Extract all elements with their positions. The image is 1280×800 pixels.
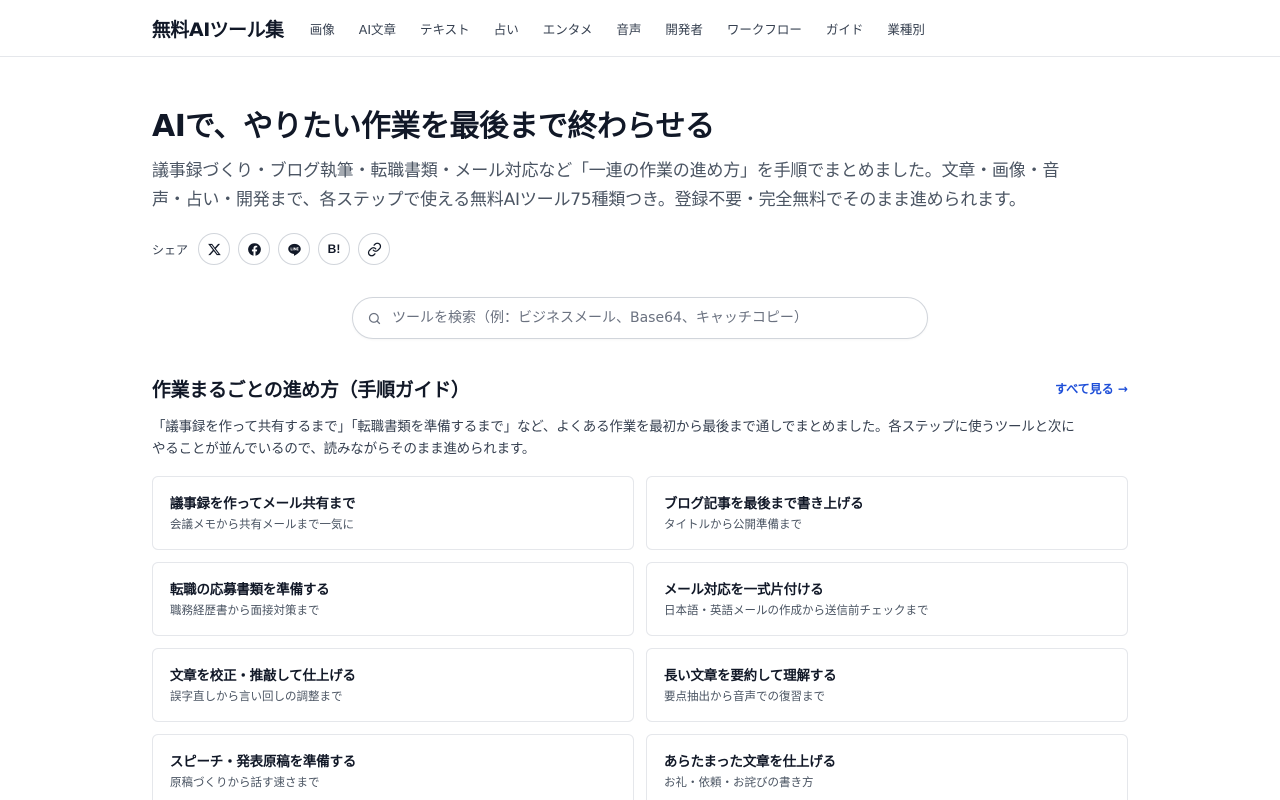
card-title: 長い文章を要約して理解する (664, 668, 837, 684)
nav-item-fortune[interactable]: 占い (494, 19, 519, 38)
section-description: 「議事録を作って共有するまで」「転職書類を準備するまで」など、よくある作業を最初… (152, 416, 1128, 460)
card-subtitle: 原稿づくりから話す速さまで (170, 775, 320, 789)
hero-description: 議事録づくり・ブログ執筆・転職書類・メール対応など「一連の作業の進め方」を手順で… (152, 157, 1128, 215)
workflow-card-blog-article[interactable]: ブログ記事を最後まで書き上げる タイトルから公開準備まで (646, 476, 1128, 550)
share-facebook-button[interactable] (238, 233, 271, 265)
section-title: 作業まるごとの進め方（手順ガイド） (152, 379, 470, 401)
link-icon (367, 242, 381, 256)
card-subtitle: タイトルから公開準備まで (664, 517, 802, 531)
workflow-card-proofreading[interactable]: 文章を校正・推敲して仕上げる 誤字直しから言い回しの調整まで (152, 648, 634, 722)
main-content: AIで、やりたい作業を最後まで終わらせる 議事録づくり・ブログ執筆・転職書類・メ… (152, 109, 1128, 800)
page-title: AIで、やりたい作業を最後まで終わらせる (152, 109, 715, 144)
hero-description-line-2: 声・占い・開発まで、各ステップで使える無料AIツール75種類つき。登録不要・完全… (152, 190, 1026, 210)
card-title: スピーチ・発表原稿を準備する (170, 754, 357, 770)
share-line-button[interactable] (278, 233, 311, 265)
see-all-link[interactable]: すべて見る → (1055, 380, 1128, 397)
nav-item-image[interactable]: 画像 (310, 19, 335, 38)
workflow-card-summarize[interactable]: 長い文章を要約して理解する 要点抽出から音声での復習まで (646, 648, 1128, 722)
share-x-button[interactable] (198, 233, 231, 265)
nav-item-industry[interactable]: 業種別 (887, 19, 925, 38)
card-subtitle: 日本語・英語メールの作成から送信前チェックまで (664, 603, 929, 617)
card-title: 文章を校正・推敲して仕上げる (170, 668, 356, 684)
share-bar: シェア B! (152, 233, 1128, 265)
nav-item-developer[interactable]: 開発者 (665, 19, 703, 38)
workflow-card-email-handling[interactable]: メール対応を一式片付ける 日本語・英語メールの作成から送信前チェックまで (646, 562, 1128, 636)
search-input[interactable] (392, 310, 912, 326)
nav-item-entertainment[interactable]: エンタメ (543, 19, 593, 38)
card-subtitle: 要点抽出から音声での復習まで (664, 689, 825, 703)
facebook-icon (247, 242, 261, 256)
main-nav: 画像 AI文章 テキスト 占い エンタメ 音声 開発者 ワークフロー ガイド 業… (310, 19, 949, 38)
workflow-card-speech[interactable]: スピーチ・発表原稿を準備する 原稿づくりから話す速さまで (152, 734, 634, 800)
copy-link-button[interactable] (358, 233, 391, 265)
workflow-card-formal-writing[interactable]: あらたまった文章を仕上げる お礼・依頼・お詫びの書き方 (646, 734, 1128, 800)
nav-item-text[interactable]: テキスト (420, 19, 470, 38)
hatena-icon: B! (327, 242, 341, 256)
card-subtitle: 会議メモから共有メールまで一気に (170, 517, 354, 531)
share-hatena-button[interactable]: B! (318, 233, 351, 265)
nav-item-guide[interactable]: ガイド (826, 19, 864, 38)
nav-item-ai-writing[interactable]: AI文章 (359, 19, 396, 38)
card-title: 議事録を作ってメール共有まで (170, 496, 356, 512)
share-label: シェア (152, 242, 189, 257)
card-subtitle: 職務経歴書から面接対策まで (170, 603, 320, 617)
section-description-line-2: やることが並んでいるので、読みながらそのまま進められます。 (152, 441, 536, 457)
card-title: ブログ記事を最後まで書き上げる (664, 496, 864, 512)
workflow-card-job-application[interactable]: 転職の応募書類を準備する 職務経歴書から面接対策まで (152, 562, 634, 636)
line-icon (287, 243, 301, 256)
card-title: 転職の応募書類を準備する (170, 582, 330, 598)
search-container (152, 297, 1128, 339)
card-title: メール対応を一式片付ける (664, 582, 824, 598)
workflow-section-header: 作業まるごとの進め方（手順ガイド） すべて見る → (152, 375, 1128, 402)
search-box[interactable] (352, 297, 928, 339)
search-icon (368, 312, 381, 324)
section-description-line-1: 「議事録を作って共有するまで」「転職書類を準備するまで」など、よくある作業を最初… (152, 419, 1075, 435)
card-title: あらたまった文章を仕上げる (664, 754, 836, 770)
card-subtitle: お礼・依頼・お詫びの書き方 (664, 775, 814, 789)
site-logo[interactable]: 無料AIツール集 (152, 15, 284, 42)
nav-item-audio[interactable]: 音声 (616, 19, 641, 38)
nav-item-workflow[interactable]: ワークフロー (727, 19, 802, 38)
hero-description-line-1: 議事録づくり・ブログ執筆・転職書類・メール対応など「一連の作業の進め方」を手順で… (152, 161, 1060, 181)
card-subtitle: 誤字直しから言い回しの調整まで (170, 689, 343, 703)
x-icon (207, 243, 221, 255)
workflow-card-meeting-minutes[interactable]: 議事録を作ってメール共有まで 会議メモから共有メールまで一気に (152, 476, 634, 550)
site-header: 無料AIツール集 画像 AI文章 テキスト 占い エンタメ 音声 開発者 ワーク… (0, 0, 1280, 57)
workflow-card-grid: 議事録を作ってメール共有まで 会議メモから共有メールまで一気に ブログ記事を最後… (152, 476, 1128, 800)
